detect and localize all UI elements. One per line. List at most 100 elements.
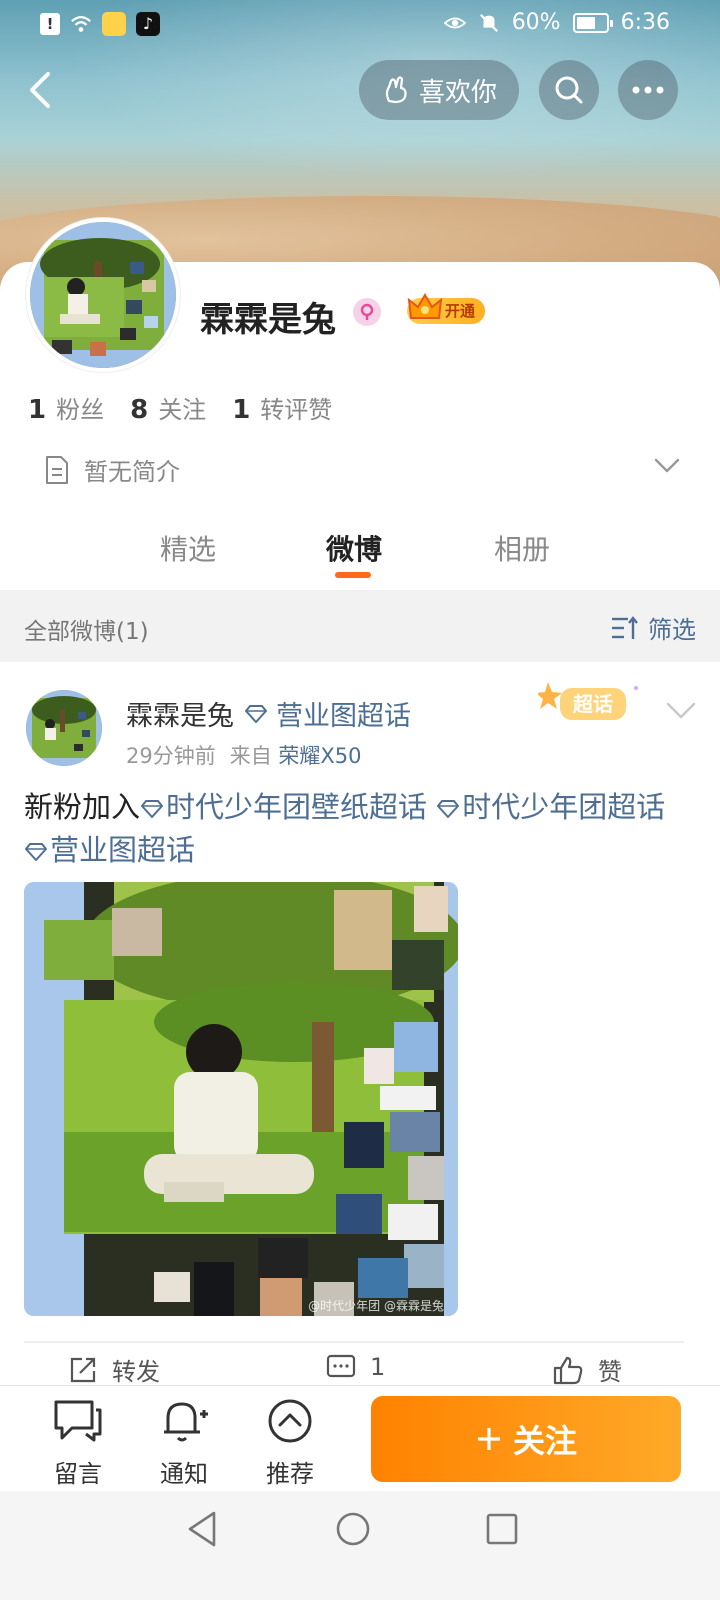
- search-icon: [555, 76, 583, 104]
- nav-back-icon[interactable]: [184, 1509, 220, 1549]
- chevron-down-icon[interactable]: [654, 458, 680, 474]
- comment-button[interactable]: 1: [326, 1352, 385, 1382]
- post-tag-1[interactable]: 时代少年团壁纸超话: [140, 790, 427, 824]
- post-avatar-image: [26, 690, 102, 766]
- super-topic-sticker-icon: 超话: [536, 682, 638, 720]
- alert-icon: !: [40, 13, 60, 35]
- notify-button[interactable]: 通知: [149, 1398, 219, 1489]
- post-time: 29分钟前: [126, 744, 216, 768]
- follow-button[interactable]: 关注: [371, 1396, 681, 1482]
- female-gender-icon: [353, 298, 381, 326]
- tab-featured[interactable]: 精选: [160, 528, 216, 568]
- comment-icon: [326, 1354, 356, 1378]
- profile-name: 霖霖是兔: [200, 300, 336, 340]
- tiktok-app-icon: ♪: [136, 12, 160, 36]
- thumbs-up-icon: [553, 1356, 583, 1384]
- bottom-action-bar: 留言 通知 推荐 关注: [0, 1385, 720, 1491]
- following-count: 8: [130, 395, 149, 425]
- profile-stats: 1 粉丝 8 关注 1 转评赞: [28, 390, 332, 425]
- system-nav-bar: [0, 1491, 720, 1600]
- reposts-count: 1: [232, 395, 251, 425]
- diamond-icon: [245, 704, 267, 723]
- post-author-avatar[interactable]: [26, 690, 102, 766]
- following-stat[interactable]: 8 关注: [130, 390, 206, 425]
- tab-album[interactable]: 相册: [494, 528, 550, 568]
- bio-text: 暂无简介: [84, 458, 180, 486]
- notify-label: 通知: [160, 1460, 208, 1488]
- followers-stat[interactable]: 1 粉丝: [28, 390, 104, 425]
- repost-button[interactable]: 转发: [68, 1352, 160, 1387]
- post-text: 新粉加入 时代少年团壁纸超话 时代少年团超话 营业图超话: [24, 786, 694, 872]
- filter-bar: 全部微博(1) 筛选: [0, 590, 720, 662]
- recommend-button[interactable]: 推荐: [255, 1398, 325, 1489]
- bio-row[interactable]: 暂无简介: [44, 452, 180, 487]
- like-button[interactable]: 赞: [552, 1352, 622, 1387]
- avatar-image: [30, 222, 176, 368]
- mute-bell-icon: [479, 13, 498, 32]
- followers-label: 粉丝: [56, 396, 105, 424]
- reposts-stat[interactable]: 1 转评赞: [232, 390, 332, 425]
- wifi-icon: [71, 16, 91, 32]
- recommend-label: 推荐: [266, 1460, 314, 1488]
- post-tag-2[interactable]: 时代少年团超话: [436, 790, 665, 824]
- eye-icon: [443, 17, 466, 28]
- message-button[interactable]: 留言: [43, 1398, 113, 1489]
- filter-button[interactable]: 筛选: [610, 610, 696, 645]
- like-you-button[interactable]: 喜欢你: [359, 60, 519, 120]
- post-tag-3-label: 营业图超话: [50, 833, 196, 867]
- profile-tabs: 精选 微博 相册: [0, 522, 720, 588]
- reposts-label: 转评赞: [260, 396, 333, 424]
- plus-icon: [477, 1428, 500, 1450]
- follow-label: 关注: [512, 1422, 577, 1460]
- message-icon: [54, 1400, 102, 1442]
- tab-weibo[interactable]: 微博: [326, 528, 382, 568]
- post-text-prefix: 新粉加入: [24, 790, 141, 824]
- vip-open-label: 开通: [445, 302, 476, 320]
- post-source-prefix: 来自: [229, 744, 272, 768]
- post-image[interactable]: @时代少年团 @霖霖是兔: [24, 882, 458, 1316]
- super-topic-badge: 超话: [536, 678, 648, 728]
- post-tag-3[interactable]: 营业图超话: [24, 833, 195, 867]
- document-icon: [46, 455, 68, 484]
- post-topic-link[interactable]: 营业图超话: [244, 694, 411, 733]
- filter-icon: [612, 615, 638, 639]
- search-button[interactable]: [539, 60, 599, 120]
- like-you-label: 喜欢你: [418, 77, 497, 108]
- all-posts-label: 全部微博(1): [24, 619, 149, 645]
- nav-recents-icon[interactable]: [484, 1509, 520, 1549]
- bell-plus-icon: [164, 1402, 208, 1442]
- battery-percent: 60%: [511, 10, 561, 35]
- message-label: 留言: [54, 1460, 102, 1488]
- paw-hand-icon: [385, 76, 407, 104]
- nav-home-icon[interactable]: [335, 1509, 371, 1549]
- repost-icon: [70, 1357, 96, 1382]
- diamond-icon: [25, 843, 47, 861]
- battery-icon: [572, 12, 613, 33]
- more-dots-icon: [632, 86, 664, 94]
- weibo-app-icon: [102, 12, 126, 36]
- clock: 6:36: [620, 10, 670, 35]
- up-circle-icon: [268, 1399, 312, 1443]
- like-label: 赞: [598, 1358, 622, 1386]
- followers-count: 1: [28, 395, 47, 425]
- active-tab-indicator: [335, 572, 371, 578]
- post-meta: 29分钟前 来自 荣耀X50: [126, 740, 362, 770]
- diamond-icon: [437, 800, 460, 818]
- status-bar: ! ♪ 60% 6:36: [0, 0, 720, 48]
- post-header: 霖霖是兔 营业图超话: [126, 694, 411, 733]
- crown-icon: [407, 293, 443, 319]
- more-button[interactable]: [618, 60, 678, 120]
- following-label: 关注: [158, 396, 207, 424]
- post-menu-chevron-icon[interactable]: [666, 702, 696, 720]
- super-topic-badge-label: 超话: [572, 692, 613, 716]
- post-divider: [24, 1341, 684, 1343]
- back-icon[interactable]: [22, 68, 62, 112]
- post-tag-2-label: 时代少年团超话: [462, 790, 666, 824]
- vip-open-badge[interactable]: 开通: [407, 293, 486, 326]
- comment-count: 1: [370, 1353, 386, 1381]
- avatar[interactable]: [26, 218, 180, 372]
- repost-label: 转发: [112, 1358, 160, 1386]
- post-device[interactable]: 荣耀X50: [278, 744, 361, 768]
- image-watermark: @时代少年团 @霖霖是兔: [308, 1298, 444, 1313]
- post-author-name[interactable]: 霖霖是兔: [126, 694, 234, 733]
